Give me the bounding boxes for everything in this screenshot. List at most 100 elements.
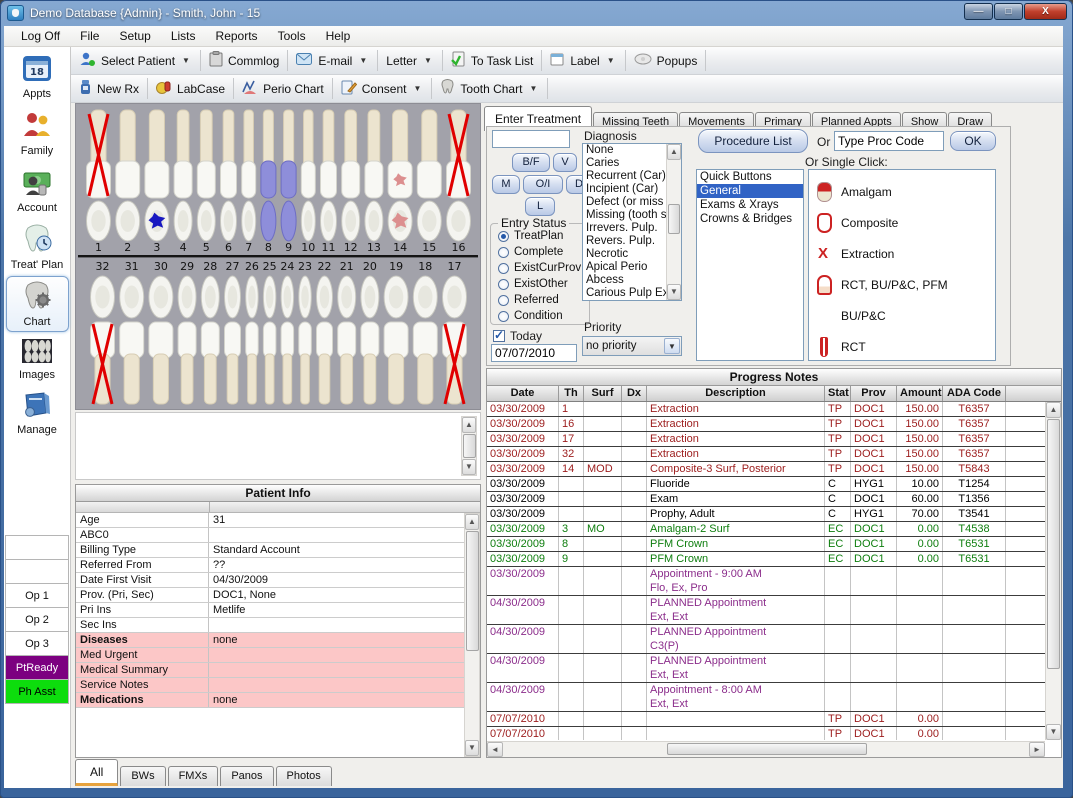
surface-l-button[interactable]: L [525, 197, 555, 216]
email-dropdown[interactable]: ▼ [357, 56, 369, 65]
scroll-down-icon[interactable]: ▼ [667, 284, 681, 300]
single-click-procedure[interactable]: Extraction [813, 238, 991, 269]
progress-note-row[interactable]: 07/07/2010 TP DOC1 0.00 [487, 727, 1046, 740]
progress-note-row[interactable]: 03/30/2009 Appointment - 9:00 AM Flo, Ex… [487, 567, 1046, 596]
progress-note-row[interactable]: 04/30/2009 Appointment - 8:00 AM Ext, Ex… [487, 683, 1046, 712]
email-button[interactable]: E-mail ▼ [288, 47, 377, 74]
quick-buttons-category[interactable]: General [697, 184, 803, 198]
new-rx-button[interactable]: New Rx [71, 75, 147, 102]
sidebar-item-chart[interactable]: Chart [6, 276, 69, 332]
image-tab[interactable]: FMXs [168, 766, 219, 786]
graphical-tooth-chart[interactable]: 1234567891011121314151632313029282726252… [75, 103, 481, 410]
minimize-button[interactable]: — [964, 3, 993, 20]
select-patient-dropdown[interactable]: ▼ [180, 56, 192, 65]
single-click-procedure[interactable]: Composite [813, 207, 991, 238]
entry-status-option[interactable]: Complete [491, 244, 589, 260]
diagnosis-item[interactable]: Necrotic [583, 248, 666, 261]
sidebar-item-family[interactable]: Family [6, 105, 69, 161]
progress-note-row[interactable]: 03/30/2009 17 Extraction TP DOC1 150.00 … [487, 432, 1046, 447]
popups-button[interactable]: Popups [626, 47, 706, 74]
procedure-list-button[interactable]: Procedure List [698, 129, 808, 153]
tooth-chart-button[interactable]: Tooth Chart ▼ [432, 75, 547, 102]
sidebar-item-treatplan[interactable]: Treat' Plan [6, 219, 69, 275]
progress-note-row[interactable]: 03/30/2009 14 MOD Composite-3 Surf, Post… [487, 462, 1046, 477]
menu-item[interactable]: Help [317, 27, 360, 45]
quick-buttons-category[interactable]: Exams & Xrays [697, 198, 803, 212]
surface-bf-button[interactable]: B/F [512, 153, 550, 172]
diagnosis-item[interactable]: Revers. Pulp. [583, 235, 666, 248]
sidebar-item-images[interactable]: Images [6, 333, 69, 385]
consent-button[interactable]: Consent ▼ [333, 75, 432, 102]
entry-status-option[interactable]: ExistCurProv [491, 260, 589, 276]
consent-dropdown[interactable]: ▼ [411, 84, 423, 93]
patient-info-scrollbar[interactable]: ▲ ▼ [464, 513, 480, 757]
chart-notes-scrollbar[interactable]: ▲ ▼ [461, 416, 477, 476]
tooth-chart-dropdown[interactable]: ▼ [527, 84, 539, 93]
labcase-button[interactable]: LabCase [148, 75, 233, 102]
procedure-date-input[interactable] [491, 344, 577, 362]
single-click-procedure[interactable]: Amalgam [813, 176, 991, 207]
operatory-cell[interactable] [5, 535, 69, 560]
diagnosis-item[interactable]: Caries [583, 157, 666, 170]
column-header[interactable]: Th [559, 386, 584, 401]
operatory-cell[interactable]: PtReady [5, 655, 69, 680]
today-checkbox-icon[interactable] [493, 330, 505, 342]
close-button[interactable]: X [1024, 3, 1067, 20]
scroll-down-icon[interactable]: ▼ [1046, 724, 1061, 740]
scroll-up-icon[interactable]: ▲ [1046, 402, 1061, 418]
diagnosis-item[interactable]: Irrevers. Pulp. [583, 222, 666, 235]
quick-buttons-category[interactable]: Crowns & Bridges [697, 212, 803, 226]
image-tab[interactable]: BWs [120, 766, 165, 786]
menu-item[interactable]: Lists [162, 27, 205, 45]
diagnosis-item[interactable]: Abcess [583, 274, 666, 287]
diagnosis-item[interactable]: Carious Pulp Ex [583, 287, 666, 300]
operatory-cell[interactable]: Op 2 [5, 607, 69, 632]
column-header[interactable]: ADA Code [943, 386, 1006, 401]
label-dropdown[interactable]: ▼ [605, 56, 617, 65]
to-task-list-button[interactable]: To Task List [443, 47, 541, 74]
scroll-down-icon[interactable]: ▼ [462, 459, 476, 475]
single-click-procedure[interactable]: RCT [813, 331, 991, 362]
column-header[interactable] [1006, 386, 1061, 401]
diagnosis-item[interactable]: None [583, 144, 666, 157]
select-patient-button[interactable]: Select Patient ▼ [71, 47, 200, 74]
letter-button[interactable]: Letter ▼ [378, 47, 442, 74]
scroll-down-icon[interactable]: ▼ [465, 740, 479, 756]
menu-item[interactable]: Reports [207, 27, 267, 45]
quick-buttons-category[interactable]: Quick Buttons [697, 170, 803, 184]
sidebar-item-manage[interactable]: Manage [6, 386, 69, 440]
diagnosis-item[interactable]: Incipient (Car) [583, 183, 666, 196]
progress-note-row[interactable]: 03/30/2009 1 Extraction TP DOC1 150.00 T… [487, 402, 1046, 417]
ok-button[interactable]: OK [950, 131, 996, 151]
single-click-procedure[interactable]: BU/P&C [813, 300, 991, 331]
progress-notes-vscrollbar[interactable]: ▲ ▼ [1045, 402, 1061, 740]
single-click-procedure[interactable]: RCT, BU/P&C, PFM [813, 269, 991, 300]
label-button[interactable]: Label ▼ [542, 47, 624, 74]
progress-notes-hscrollbar[interactable]: ◄ ► [487, 741, 1045, 757]
progress-note-row[interactable]: 03/30/2009 Fluoride C HYG1 10.00 T1254 [487, 477, 1046, 492]
diagnosis-item[interactable]: Apical Perio [583, 261, 666, 274]
column-header[interactable]: Description [647, 386, 825, 401]
priority-combobox[interactable]: no priority ▼ [582, 336, 682, 356]
proc-code-input[interactable] [834, 131, 944, 151]
scroll-up-icon[interactable]: ▲ [667, 144, 681, 160]
progress-note-row[interactable]: 07/07/2010 TP DOC1 0.00 [487, 712, 1046, 727]
progress-note-row[interactable]: 03/30/2009 Exam C DOC1 60.00 T1356 [487, 492, 1046, 507]
diagnosis-item[interactable]: Recurrent (Car) [583, 170, 666, 183]
surface-m-button[interactable]: M [492, 175, 520, 194]
menu-item[interactable]: Tools [269, 27, 315, 45]
sidebar-item-appts[interactable]: 18 Appts [6, 48, 69, 104]
commlog-button[interactable]: Commlog [201, 47, 287, 74]
progress-note-row[interactable]: 04/30/2009 PLANNED Appointment Ext, Ext [487, 596, 1046, 625]
tooth-number-input[interactable] [492, 130, 570, 148]
operatory-cell[interactable]: Op 1 [5, 583, 69, 608]
scroll-left-icon[interactable]: ◄ [487, 742, 503, 757]
operatory-cell[interactable] [5, 559, 69, 584]
column-header[interactable]: Amount [897, 386, 943, 401]
column-header[interactable]: Prov [851, 386, 897, 401]
progress-note-row[interactable]: 03/30/2009 32 Extraction TP DOC1 150.00 … [487, 447, 1046, 462]
entry-status-option[interactable]: ExistOther [491, 276, 589, 292]
diagnosis-item[interactable]: Defect (or miss [583, 196, 666, 209]
entry-status-option[interactable]: Condition [491, 308, 589, 324]
perio-chart-button[interactable]: Perio Chart [234, 75, 332, 102]
